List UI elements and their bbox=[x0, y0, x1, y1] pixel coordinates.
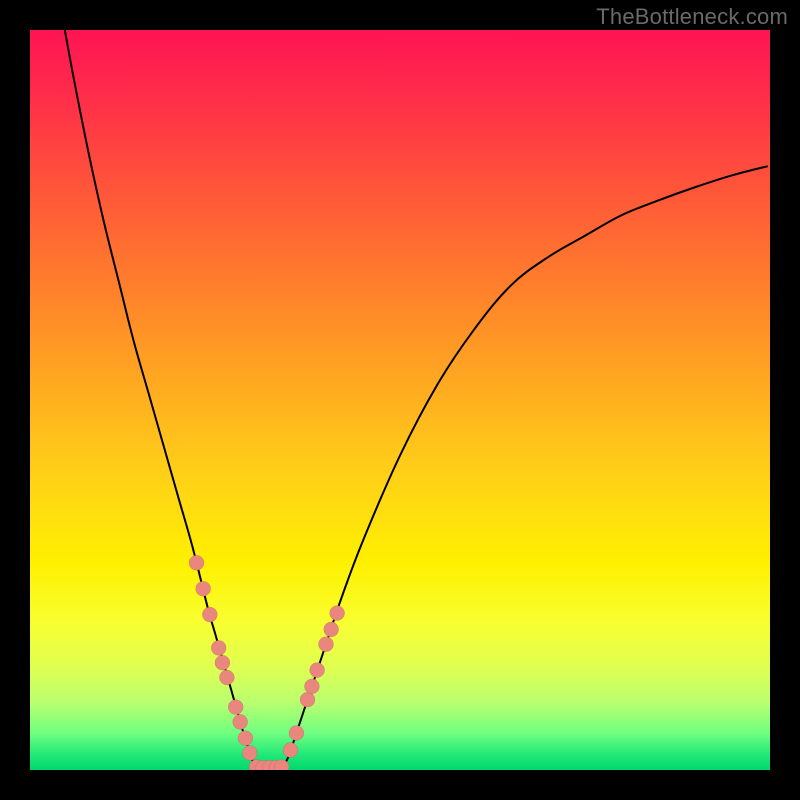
plot-area bbox=[30, 30, 770, 770]
data-point-dot bbox=[238, 731, 253, 746]
data-point-dot bbox=[324, 622, 339, 637]
data-point-dot bbox=[196, 581, 211, 596]
data-point-dot bbox=[202, 607, 217, 622]
data-point-dot bbox=[215, 655, 230, 670]
chart-svg bbox=[30, 30, 770, 770]
data-point-dot bbox=[228, 700, 243, 715]
data-point-dot bbox=[289, 726, 304, 741]
data-point-dot bbox=[189, 555, 204, 570]
data-point-dot bbox=[233, 714, 248, 729]
data-point-dot bbox=[242, 745, 257, 760]
data-point-dot bbox=[300, 692, 315, 707]
data-point-dot bbox=[219, 670, 234, 685]
data-point-dot bbox=[330, 606, 345, 621]
data-point-dot bbox=[211, 640, 226, 655]
chart-frame: TheBottleneck.com bbox=[0, 0, 800, 800]
scatter-dots bbox=[189, 555, 345, 770]
curve-right-arm bbox=[283, 166, 768, 767]
data-point-dot bbox=[310, 663, 325, 678]
data-point-dot bbox=[319, 637, 334, 652]
data-point-dot bbox=[304, 679, 319, 694]
data-point-dot bbox=[283, 743, 298, 758]
watermark-text: TheBottleneck.com bbox=[596, 4, 788, 30]
